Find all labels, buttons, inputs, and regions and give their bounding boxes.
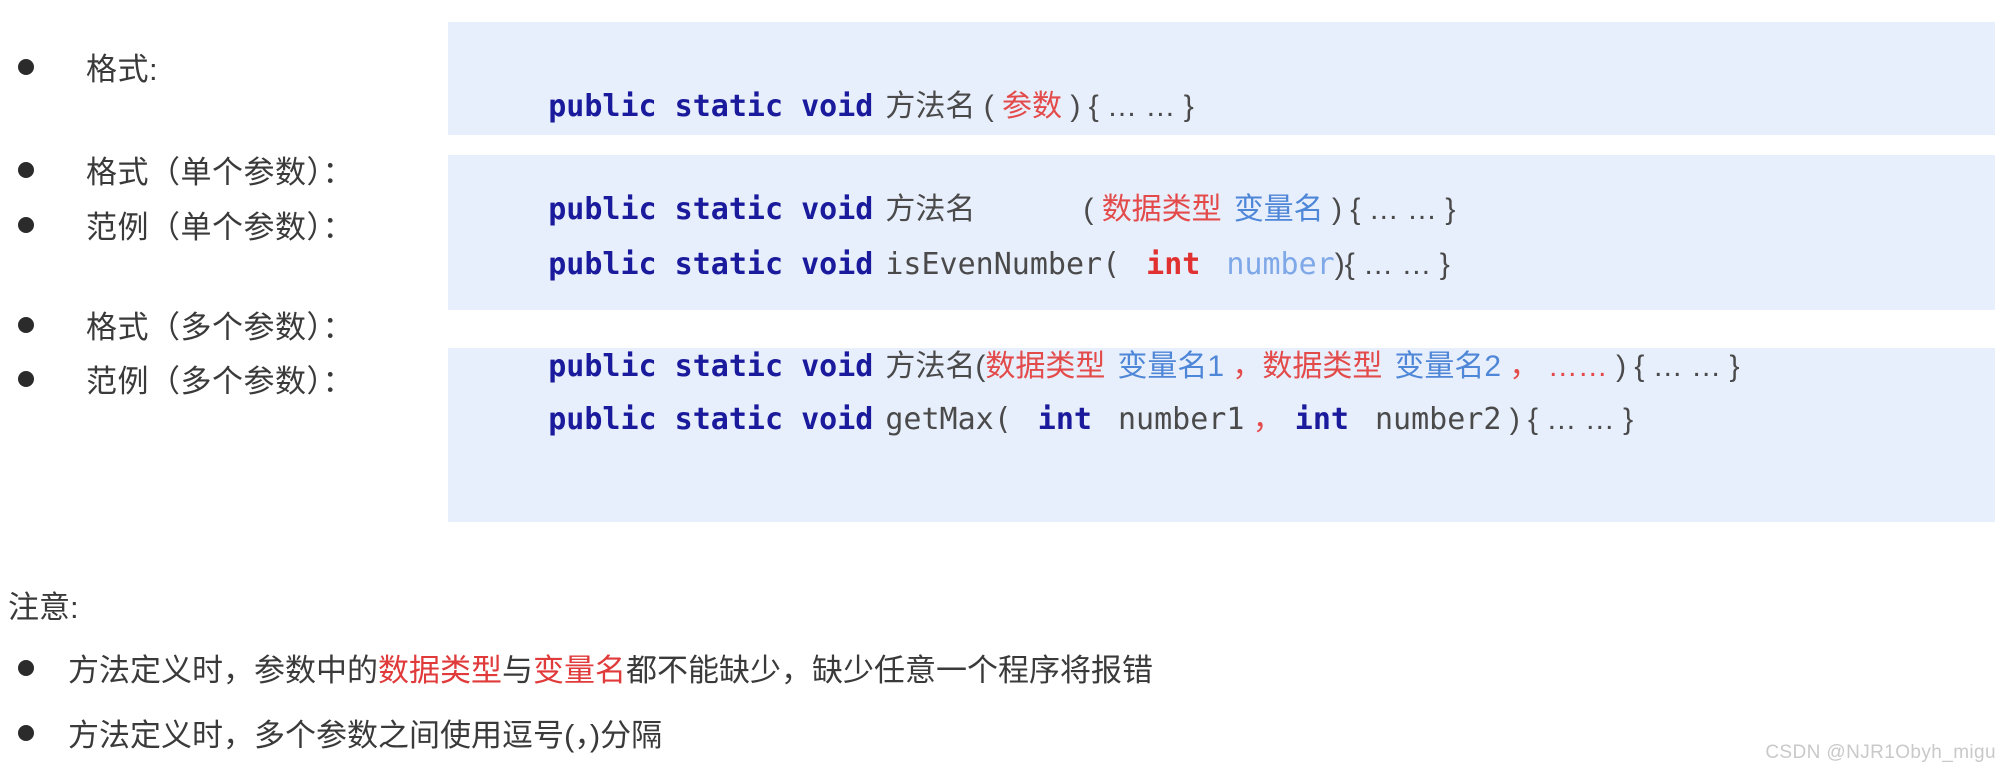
bullet-icon (18, 659, 34, 676)
note-seg-highlight-data-type: 数据类型 (378, 653, 502, 688)
token-keyword: public static void (548, 89, 874, 124)
token-int-type-2: int (1294, 402, 1349, 437)
note-item-1: 方法定义时，参数中的数据类型与变量名都不能缺少，缺少任意一个程序将报错 (18, 645, 1153, 690)
note-seg-highlight-variable-name: 变量名 (533, 653, 626, 688)
row-format-multi: 格式（多个参数）： (18, 302, 354, 347)
token-parameter: 参数 (1002, 90, 1063, 123)
note-seg: 方法定义时，多个参数之间使用逗号(，)分隔 (68, 718, 663, 753)
token-tail: ) { … … } (1501, 403, 1634, 436)
label-format-multi: 格式（多个参数）： (86, 310, 354, 345)
code-line-example-multi: public static void getMax( int number1 ， int… (476, 375, 1633, 465)
note-seg: 与 (502, 653, 533, 688)
token-comma-1: ， (1244, 403, 1283, 436)
row-format-single: 格式（单个参数）： (18, 147, 354, 192)
label-format-basic: 格式: (86, 52, 159, 87)
label-format-single: 格式（单个参数）： (86, 155, 354, 190)
csdn-watermark: CSDN @NJR1Obyh_migu (1765, 742, 1996, 763)
token-int-type-1: int (1037, 402, 1092, 437)
label-example-single: 范例（单个参数）： (86, 210, 354, 245)
code-line-example-single: public static void isEvenNumber( int number… (476, 220, 1450, 310)
bullet-icon (18, 216, 34, 233)
slide-canvas: 格式: public static void 方法名 ( 参数 ) { … … }… (0, 0, 2010, 772)
row-example-multi: 范例（多个参数）： (18, 356, 354, 401)
code-line-format-basic: public static void 方法名 ( 参数 ) { … … } (476, 62, 1194, 152)
token-keyword: public static void (548, 247, 874, 282)
token-keyword: public static void (548, 402, 874, 437)
token-tail: ){ … … } (1334, 248, 1450, 281)
token-method-name: 方法名 (885, 90, 976, 123)
row-example-single: 范例（单个参数）： (18, 202, 354, 247)
token-open-paren: ( (975, 90, 1003, 123)
note-item-1-text: 方法定义时，参数中的数据类型与变量名都不能缺少，缺少任意一个程序将报错 (68, 645, 1153, 690)
token-param-number: number (1226, 247, 1335, 282)
bullet-icon (18, 724, 34, 741)
note-seg: 方法定义时，参数中的 (68, 653, 378, 688)
notes-title: 注意: (8, 590, 79, 625)
bullet-icon (18, 161, 34, 178)
bullet-icon (18, 370, 34, 387)
label-example-multi: 范例（多个参数）： (86, 364, 354, 399)
row-format-basic: 格式: (18, 44, 158, 89)
bullet-icon (18, 58, 34, 75)
bullet-icon (18, 316, 34, 333)
token-method-call: getMax( (885, 402, 1012, 437)
token-tail: ) { … … } (1062, 90, 1194, 123)
token-param-2: number2 (1374, 402, 1502, 437)
note-seg: 都不能缺少，缺少任意一个程序将报错 (626, 653, 1153, 688)
note-item-2-text: 方法定义时，多个参数之间使用逗号(，)分隔 (68, 710, 662, 755)
token-int-type: int (1146, 247, 1201, 282)
note-item-2: 方法定义时，多个参数之间使用逗号(，)分隔 (18, 710, 662, 755)
token-method-call: isEvenNumber( (885, 247, 1121, 282)
token-param-1: number1 (1117, 402, 1245, 437)
